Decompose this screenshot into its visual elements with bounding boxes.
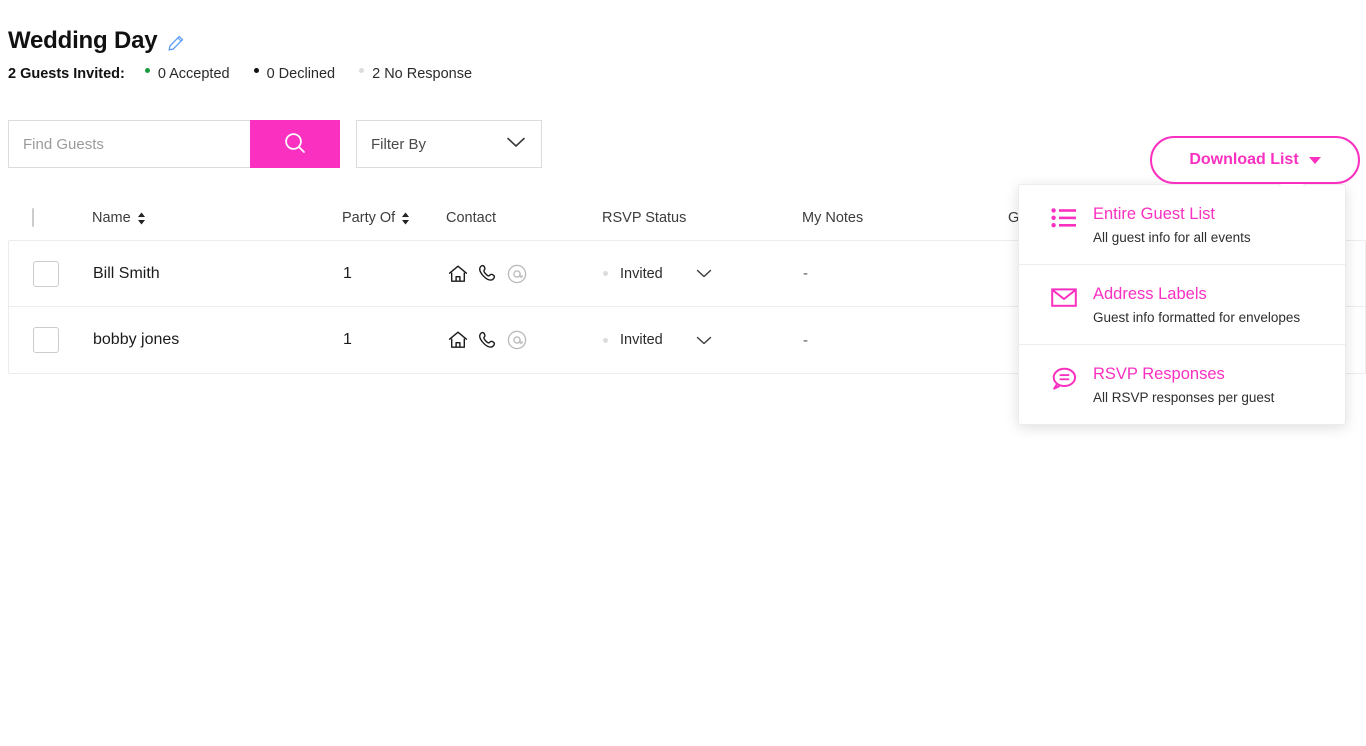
envelope-icon — [1051, 287, 1077, 313]
page-title: Wedding Day — [8, 26, 157, 56]
pencil-icon[interactable] — [167, 34, 185, 52]
home-icon[interactable] — [447, 329, 469, 351]
cell-party-of: 1 — [343, 265, 447, 283]
cell-rsvp-status: Invited — [603, 266, 803, 282]
header-name[interactable]: Name — [92, 210, 342, 226]
rsvp-status-label: Invited — [620, 332, 663, 348]
filter-by-select[interactable]: Filter By — [356, 120, 542, 168]
stat-declined: 0 Declined — [254, 66, 336, 82]
stat-no-response: 2 No Response — [359, 66, 472, 82]
guest-summary: 2 Guests Invited: 0 Accepted 0 Declined … — [8, 66, 496, 82]
header-my-notes-label: My Notes — [802, 210, 863, 226]
rsvp-chevron-down-icon[interactable] — [695, 268, 713, 279]
menu-item-text: RSVP Responses All RSVP responses per gu… — [1093, 364, 1274, 406]
caret-down-icon — [1309, 157, 1321, 164]
header-select-all-cell — [32, 209, 92, 227]
header-my-notes: My Notes — [802, 210, 1008, 226]
cell-party-of: 1 — [343, 331, 447, 349]
menu-item-title: Entire Guest List — [1093, 204, 1251, 224]
rsvp-status-dot — [603, 271, 608, 276]
no-response-dot — [359, 68, 364, 73]
header-name-label: Name — [92, 210, 131, 226]
header-rsvp-status-label: RSVP Status — [602, 210, 686, 226]
menu-item-text: Entire Guest List All guest info for all… — [1093, 204, 1251, 246]
header-party-of[interactable]: Party Of — [342, 210, 446, 226]
search-group — [8, 120, 340, 168]
download-list-label: Download List — [1189, 151, 1298, 169]
guest-list-page: Wedding Day 2 Guests Invited: 0 Accepted… — [0, 0, 1366, 746]
download-list-button[interactable]: Download List — [1150, 136, 1360, 184]
select-all-checkbox[interactable] — [32, 208, 34, 227]
rsvp-status-dot — [603, 338, 608, 343]
menu-item-address-labels[interactable]: Address Labels Guest info formatted for … — [1019, 265, 1345, 345]
cell-my-notes: - — [803, 265, 1009, 282]
menu-item-subtitle: All guest info for all events — [1093, 229, 1251, 246]
accepted-label: 0 Accepted — [158, 66, 230, 82]
email-icon[interactable] — [506, 263, 528, 285]
menu-item-subtitle: All RSVP responses per guest — [1093, 389, 1274, 406]
row-checkbox[interactable] — [33, 327, 59, 353]
header-rsvp-status: RSVP Status — [602, 210, 802, 226]
home-icon[interactable] — [447, 263, 469, 285]
header-party-of-label: Party Of — [342, 210, 395, 226]
sort-icon — [401, 212, 410, 225]
filter-by-label: Filter By — [371, 136, 426, 153]
search-input[interactable] — [8, 120, 250, 168]
download-options-menu: Entire Guest List All guest info for all… — [1018, 184, 1346, 425]
guests-invited-label: 2 Guests Invited: — [8, 66, 125, 82]
speech-bubble-icon — [1051, 367, 1077, 396]
page-title-row: Wedding Day — [8, 26, 185, 56]
menu-item-title: Address Labels — [1093, 284, 1300, 304]
cell-rsvp-status: Invited — [603, 332, 803, 348]
cell-contact — [447, 263, 603, 285]
cell-my-notes: - — [803, 332, 1009, 349]
phone-icon[interactable] — [477, 263, 498, 284]
sort-icon — [137, 212, 146, 225]
cell-contact — [447, 329, 603, 351]
stat-accepted: 0 Accepted — [145, 66, 230, 82]
declined-label: 0 Declined — [267, 66, 336, 82]
phone-icon[interactable] — [477, 330, 498, 351]
accepted-dot — [145, 68, 150, 73]
toolbar: Filter By — [8, 120, 542, 168]
search-button[interactable] — [250, 120, 340, 168]
chevron-down-icon — [505, 135, 527, 154]
cell-name: Bill Smith — [93, 265, 343, 283]
no-response-label: 2 No Response — [372, 66, 472, 82]
email-icon[interactable] — [506, 329, 528, 351]
menu-item-entire-guest-list[interactable]: Entire Guest List All guest info for all… — [1019, 185, 1345, 265]
row-select-cell — [33, 327, 93, 353]
declined-dot — [254, 68, 259, 73]
list-icon — [1051, 207, 1077, 234]
rsvp-chevron-down-icon[interactable] — [695, 335, 713, 346]
rsvp-status-label: Invited — [620, 266, 663, 282]
header-contact: Contact — [446, 210, 602, 226]
cell-name: bobby jones — [93, 331, 343, 349]
search-icon — [281, 129, 309, 160]
menu-item-rsvp-responses[interactable]: RSVP Responses All RSVP responses per gu… — [1019, 345, 1345, 424]
menu-item-text: Address Labels Guest info formatted for … — [1093, 284, 1300, 326]
header-contact-label: Contact — [446, 210, 496, 226]
row-checkbox[interactable] — [33, 261, 59, 287]
menu-item-subtitle: Guest info formatted for envelopes — [1093, 309, 1300, 326]
menu-item-title: RSVP Responses — [1093, 364, 1274, 384]
row-select-cell — [33, 261, 93, 287]
